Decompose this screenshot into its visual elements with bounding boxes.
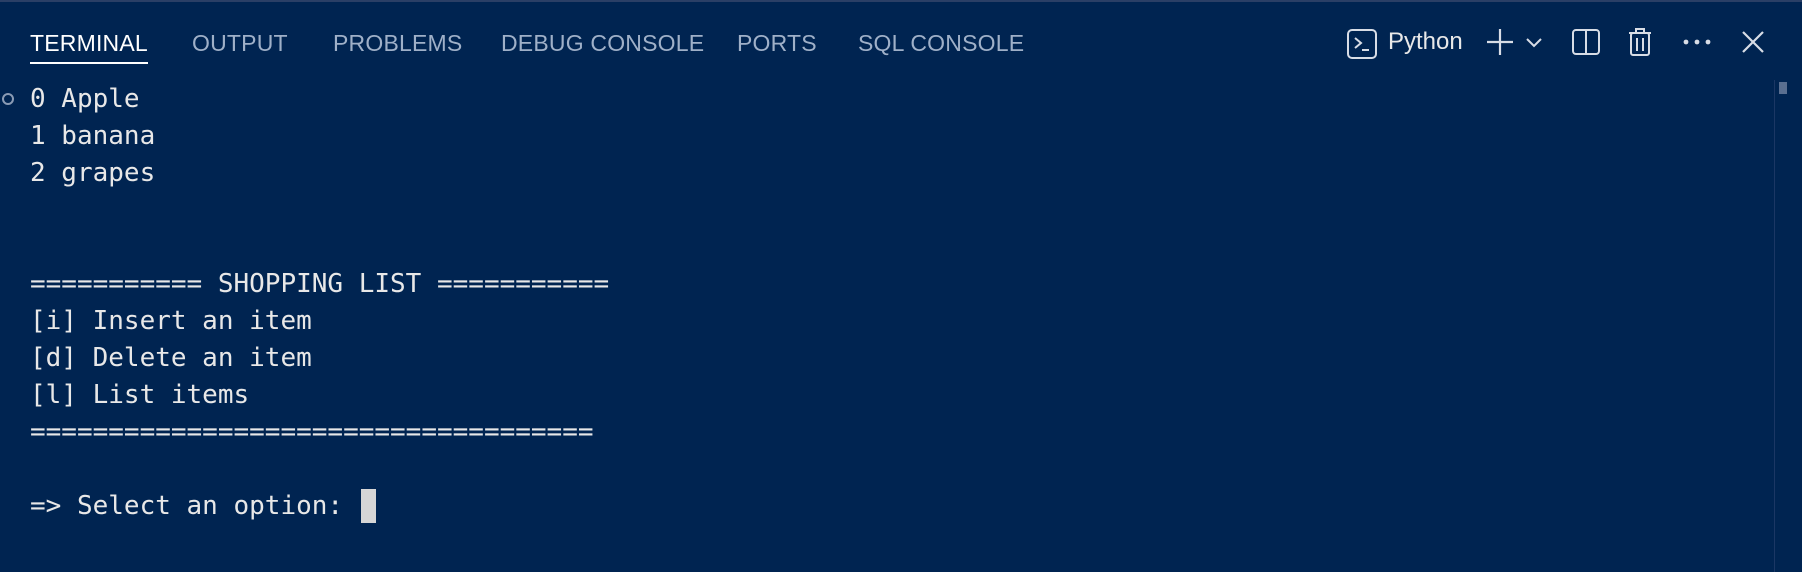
- terminal-scrollbar[interactable]: [1774, 80, 1802, 572]
- plus-icon[interactable]: [1480, 20, 1520, 64]
- terminal-line: ====================================: [30, 417, 594, 447]
- terminal-output[interactable]: 0 Apple 1 banana 2 grapes =========== SH…: [0, 82, 1772, 572]
- terminal-panel: TERMINAL OUTPUT PROBLEMS DEBUG CONSOLE P…: [0, 0, 1802, 572]
- terminal-line: =========== SHOPPING LIST ===========: [30, 269, 610, 299]
- tab-debug-console[interactable]: DEBUG CONSOLE: [501, 26, 704, 62]
- tab-sql-console[interactable]: SQL CONSOLE: [858, 26, 1024, 62]
- terminal-line: 0 Apple: [30, 84, 140, 114]
- terminal-line: [l] List items: [30, 380, 250, 410]
- prompt-text: => Select an option:: [30, 491, 359, 521]
- close-icon[interactable]: [1733, 20, 1773, 64]
- terminal-prompt-line: => Select an option:: [30, 489, 376, 523]
- terminal-line: 2 grapes: [30, 158, 156, 188]
- split-pane-icon[interactable]: [1566, 20, 1606, 64]
- tab-output[interactable]: OUTPUT: [192, 26, 288, 62]
- ellipsis-icon[interactable]: [1677, 20, 1717, 64]
- shell-name-label[interactable]: Python: [1388, 24, 1463, 60]
- terminal-line: [i] Insert an item: [30, 306, 312, 336]
- chevron-down-icon[interactable]: [1516, 20, 1552, 64]
- trash-icon[interactable]: [1620, 20, 1660, 64]
- tab-terminal[interactable]: TERMINAL: [30, 26, 148, 64]
- terminal-line: [d] Delete an item: [30, 343, 312, 373]
- terminal-prompt-icon[interactable]: [1342, 22, 1382, 66]
- tab-ports[interactable]: PORTS: [737, 26, 817, 62]
- text-cursor: [360, 489, 376, 523]
- terminal-line: 1 banana: [30, 121, 156, 151]
- scrollbar-thumb[interactable]: [1779, 82, 1787, 94]
- tab-problems[interactable]: PROBLEMS: [333, 26, 462, 62]
- panel-tab-bar: TERMINAL OUTPUT PROBLEMS DEBUG CONSOLE P…: [0, 2, 1802, 80]
